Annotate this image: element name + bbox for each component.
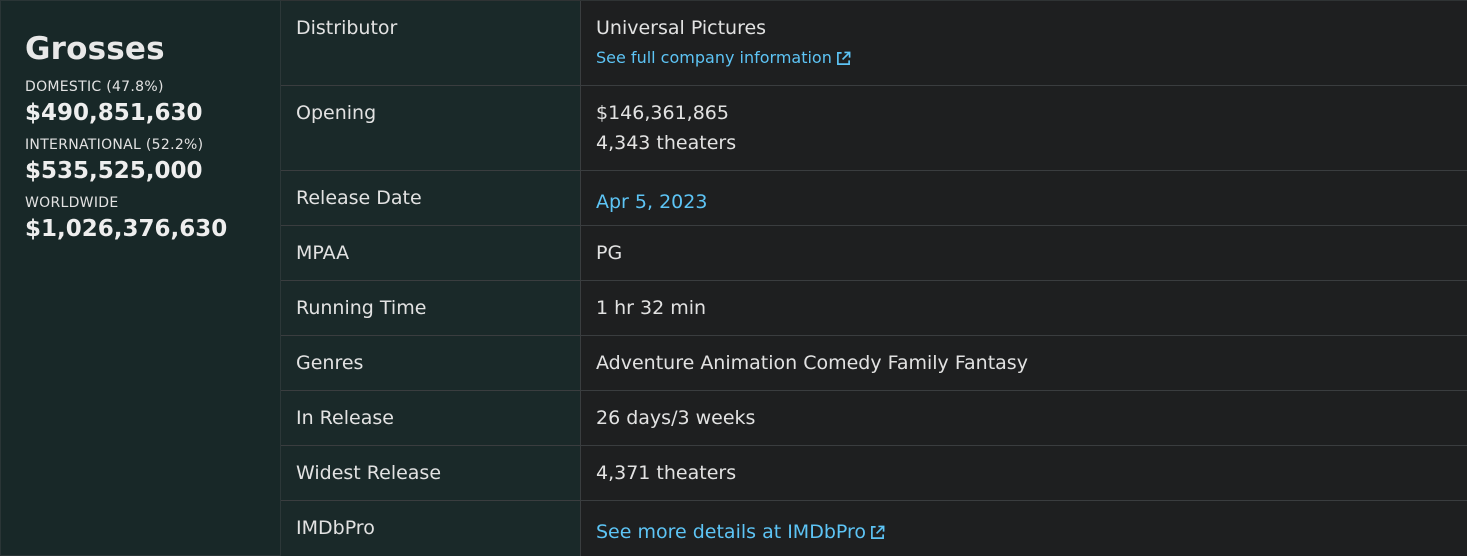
- in-release-cell: 26 days/3 weeks: [581, 391, 1467, 445]
- in-release-value: 26 days/3 weeks: [596, 407, 756, 429]
- running-time-label: Running Time: [281, 281, 581, 335]
- row-in-release: In Release 26 days/3 weeks: [281, 391, 1467, 446]
- worldwide-label: WORLDWIDE: [25, 195, 119, 211]
- genres-cell: Adventure Animation Comedy Family Fantas…: [581, 336, 1467, 390]
- domestic-value: $490,851,630: [25, 100, 203, 126]
- row-imdbpro: IMDbPro See more details at IMDbPro: [281, 501, 1467, 556]
- distributor-value: Universal Pictures: [596, 17, 767, 39]
- mpaa-label: MPAA: [281, 226, 581, 280]
- row-genres: Genres Adventure Animation Comedy Family…: [281, 336, 1467, 391]
- running-time-cell: 1 hr 32 min: [581, 281, 1467, 335]
- mpaa-cell: PG: [581, 226, 1467, 280]
- international-label: INTERNATIONAL (52.2%): [25, 137, 204, 153]
- grosses-panel: Grosses DOMESTIC (47.8%) $490,851,630 IN…: [0, 0, 281, 556]
- row-widest-release: Widest Release 4,371 theaters: [281, 446, 1467, 501]
- imdbpro-cell: See more details at IMDbPro: [581, 501, 1467, 556]
- in-release-label: In Release: [281, 391, 581, 445]
- distributor-cell: Universal Pictures See full company info…: [581, 1, 1467, 85]
- external-link-icon: [871, 525, 885, 539]
- domestic-label: DOMESTIC (47.8%): [25, 79, 164, 95]
- release-date-label: Release Date: [281, 171, 581, 225]
- opening-cell: $146,361,865 4,343 theaters: [581, 86, 1467, 170]
- mpaa-value: PG: [596, 242, 623, 264]
- worldwide-value: $1,026,376,630: [25, 216, 228, 242]
- external-link-icon: [836, 51, 851, 65]
- grosses-title: Grosses: [25, 31, 165, 67]
- row-distributor: Distributor Universal Pictures See full …: [281, 1, 1467, 86]
- imdbpro-label: IMDbPro: [281, 501, 581, 556]
- row-running-time: Running Time 1 hr 32 min: [281, 281, 1467, 336]
- widest-release-value: 4,371 theaters: [596, 462, 737, 484]
- widest-release-cell: 4,371 theaters: [581, 446, 1467, 500]
- imdbpro-link[interactable]: See more details at IMDbPro: [596, 521, 885, 543]
- genres-value: Adventure Animation Comedy Family Fantas…: [596, 352, 1028, 374]
- opening-label: Opening: [281, 86, 581, 170]
- opening-amount: $146,361,865: [596, 102, 729, 124]
- details-table: Distributor Universal Pictures See full …: [281, 0, 1467, 556]
- row-opening: Opening $146,361,865 4,343 theaters: [281, 86, 1467, 171]
- running-time-value: 1 hr 32 min: [596, 297, 707, 319]
- release-date-link[interactable]: Apr 5, 2023: [596, 191, 707, 213]
- row-release-date: Release Date Apr 5, 2023: [281, 171, 1467, 226]
- company-info-link[interactable]: See full company information: [596, 47, 851, 69]
- row-mpaa: MPAA PG: [281, 226, 1467, 281]
- international-value: $535,525,000: [25, 158, 203, 184]
- widest-release-label: Widest Release: [281, 446, 581, 500]
- imdbpro-link-text: See more details at IMDbPro: [596, 521, 867, 543]
- company-info-link-text: See full company information: [596, 48, 832, 67]
- release-date-cell: Apr 5, 2023: [581, 171, 1467, 225]
- box-office-summary: Grosses DOMESTIC (47.8%) $490,851,630 IN…: [0, 0, 1467, 556]
- distributor-label: Distributor: [281, 1, 581, 85]
- opening-theaters: 4,343 theaters: [596, 132, 737, 154]
- genres-label: Genres: [281, 336, 581, 390]
